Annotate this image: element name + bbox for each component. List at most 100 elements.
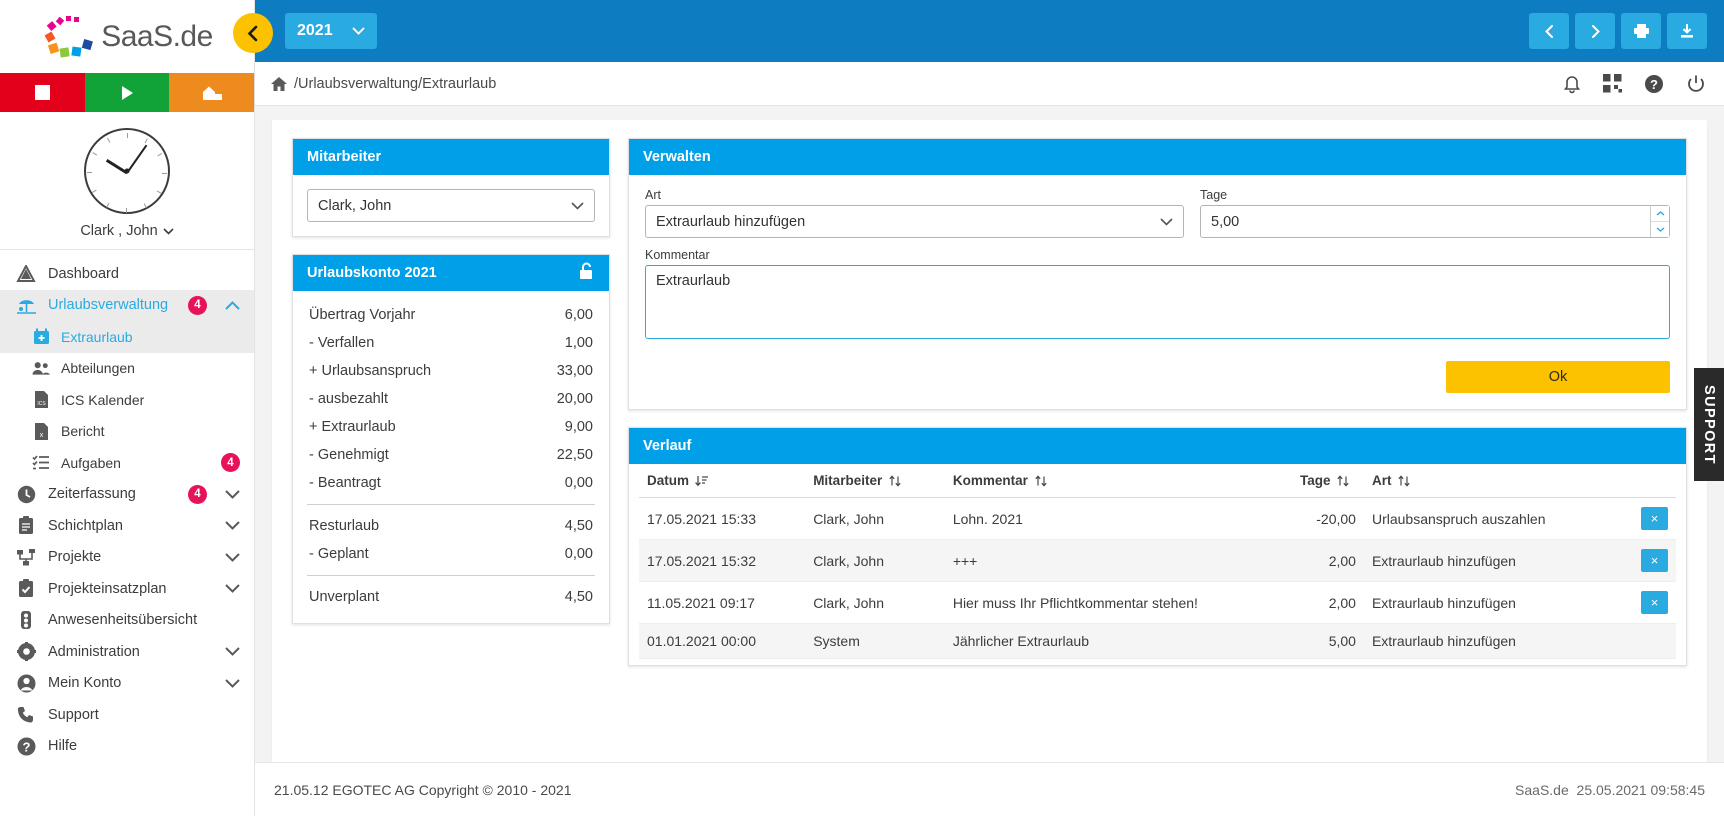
play-button[interactable]	[84, 73, 170, 112]
chevron-down-icon[interactable]	[224, 647, 240, 657]
app-logo[interactable]: SaaS.de	[0, 0, 254, 73]
notification-bell-icon[interactable]	[1563, 74, 1581, 94]
column-header-tage[interactable]: Tage	[1291, 464, 1364, 498]
clipboard-check-icon	[15, 579, 37, 598]
sidebar-item-label: Mein Konto	[48, 675, 122, 692]
chevron-up-icon[interactable]	[224, 300, 240, 310]
table-row[interactable]: 11.05.2021 09:17 Clark, John Hier muss Ihr…	[639, 581, 1676, 624]
sidebar-item-hilfe[interactable]: ? Hilfe	[0, 731, 254, 763]
print-button[interactable]	[1621, 13, 1661, 49]
year-value: 2021	[297, 22, 333, 39]
apps-grid-icon[interactable]	[1603, 74, 1622, 93]
next-button[interactable]	[1575, 13, 1615, 49]
column-header-label: Tage	[1299, 473, 1331, 488]
clipboard-icon	[15, 516, 37, 535]
delete-row-button[interactable]: ×	[1641, 507, 1668, 530]
sidebar-item-label: Abteilungen	[61, 360, 135, 377]
account-row-value: 4,50	[564, 589, 593, 605]
sort-none-icon	[1398, 474, 1411, 487]
home-icon[interactable]	[270, 76, 288, 92]
sidebar-item-aufgaben[interactable]: Aufgaben 4	[0, 447, 254, 479]
sidebar-item-zeiterfassung[interactable]: Zeiterfassung 4	[0, 479, 254, 511]
cell-tage: 5,00	[1291, 623, 1364, 659]
chevron-down-icon[interactable]	[224, 521, 240, 531]
question-circle-icon: ?	[15, 737, 37, 756]
column-header-kommentar[interactable]: Kommentar	[944, 464, 1292, 498]
cell-kommentar: Lohn. 2021	[944, 497, 1292, 540]
calendar-plus-icon	[32, 328, 50, 345]
column-header-art[interactable]: Art	[1363, 464, 1616, 498]
svg-text:?: ?	[1650, 77, 1658, 92]
manage-panel-title: Verwalten	[629, 139, 1686, 175]
stop-button[interactable]	[0, 73, 85, 112]
history-panel: Verlauf Datum Mitarbeiter Kommentar Tage Art…	[628, 427, 1687, 666]
tage-stepper[interactable]	[1650, 206, 1669, 237]
download-button[interactable]	[1667, 13, 1707, 49]
support-tab[interactable]: SUPPORT	[1694, 368, 1724, 481]
sidebar-item-dashboard[interactable]: Dashboard	[0, 258, 254, 290]
column-header-mitarbeiter[interactable]: Mitarbeiter	[805, 464, 945, 498]
cell-kommentar: +++	[944, 539, 1292, 582]
breadcrumb-bar: /Urlaubsverwaltung/Extraurlaub ?	[255, 62, 1724, 106]
sidebar-item-extraurlaub[interactable]: Extraurlaub	[0, 321, 254, 353]
sidebar-collapse-button[interactable]	[233, 13, 273, 53]
vacation-account-title: Urlaubskonto 2021	[307, 265, 437, 281]
account-row: + Urlaubsanspruch 33,00	[303, 357, 599, 385]
tage-input[interactable]	[1200, 205, 1670, 238]
chevron-down-icon[interactable]	[224, 553, 240, 562]
power-icon[interactable]	[1686, 74, 1706, 94]
delete-row-button[interactable]: ×	[1641, 591, 1668, 614]
user-circle-icon	[15, 674, 37, 693]
sidebar-item-abteilungen[interactable]: Abteilungen	[0, 353, 254, 385]
help-circle-icon[interactable]: ?	[1644, 74, 1664, 94]
sidebar-item-label: ICS Kalender	[61, 391, 145, 408]
delete-row-button[interactable]: ×	[1641, 549, 1668, 572]
account-row: - Beantragt 0,00	[303, 469, 599, 497]
tasklist-icon	[32, 455, 50, 470]
sidebar-item-label: Administration	[48, 643, 140, 660]
employee-select[interactable]: Clark, John	[307, 189, 595, 222]
account-row-label: Resturlaub	[309, 518, 380, 534]
table-row[interactable]: 01.01.2021 00:00 System Jährlicher Extraur…	[639, 623, 1676, 659]
sidebar-item-support[interactable]: Support	[0, 699, 254, 731]
svg-text:x: x	[39, 432, 43, 439]
sidebar-item-ics-kalender[interactable]: ICS ICS Kalender	[0, 384, 254, 416]
ok-button[interactable]: Ok	[1446, 361, 1670, 393]
chevron-down-icon[interactable]	[224, 584, 240, 594]
unlock-icon[interactable]	[578, 262, 595, 284]
stepper-down-icon[interactable]	[1651, 222, 1669, 237]
breadcrumb-path[interactable]: /Urlaubsverwaltung/Extraurlaub	[294, 76, 496, 92]
home-work-button[interactable]	[169, 73, 255, 112]
current-user[interactable]: Clark , John	[80, 223, 174, 239]
chevron-down-icon[interactable]	[224, 490, 240, 499]
dashboard-icon	[15, 264, 37, 283]
art-select[interactable]: Extraurlaub hinzufügenUrlaubsanspruch au…	[645, 205, 1184, 238]
account-row: - ausbezahlt 20,00	[303, 385, 599, 413]
sidebar-item-anwesenheits-bersicht[interactable]: Anwesenheitsübersicht	[0, 605, 254, 637]
account-row-value: 0,00	[564, 546, 593, 562]
vacation-account-panel: Urlaubskonto 2021 Übertrag Vorjahr 6,00 - …	[292, 254, 610, 624]
table-row[interactable]: 17.05.2021 15:32 Clark, John +++ 2,00 Extrau…	[639, 539, 1676, 582]
sort-desc-icon	[695, 475, 709, 486]
sidebar-item-projekte[interactable]: Projekte	[0, 542, 254, 574]
year-selector[interactable]: 2021	[285, 13, 377, 49]
application-root: SaaS.de Clark , John Dashboard Urlaubsve…	[0, 0, 1724, 816]
analog-clock-icon	[84, 128, 170, 214]
prev-button[interactable]	[1529, 13, 1569, 49]
sidebar-item-mein-konto[interactable]: Mein Konto	[0, 668, 254, 700]
stepper-up-icon[interactable]	[1651, 206, 1669, 222]
cell-tage: 2,00	[1291, 539, 1364, 582]
sidebar-nav: Dashboard Urlaubsverwaltung 4 Extraurlaub Ab…	[0, 250, 254, 816]
sidebar-item-schichtplan[interactable]: Schichtplan	[0, 510, 254, 542]
sidebar-item-bericht[interactable]: x Bericht	[0, 416, 254, 448]
column-header-datum[interactable]: Datum	[639, 464, 806, 498]
table-row[interactable]: 17.05.2021 15:33 Clark, John Lohn. 2021 -20…	[639, 497, 1676, 540]
chevron-down-icon[interactable]	[224, 679, 240, 688]
kommentar-textarea[interactable]	[645, 265, 1670, 339]
sidebar-item-urlaubsverwaltung[interactable]: Urlaubsverwaltung 4	[0, 289, 254, 321]
sidebar-item-projekteinsatzplan[interactable]: Projekteinsatzplan	[0, 573, 254, 605]
sidebar-item-administration[interactable]: Administration	[0, 636, 254, 668]
footer-status: SaaS.de 25.05.2021 09:58:45	[1515, 782, 1705, 798]
sidebar-item-label: Projekteinsatzplan	[48, 580, 167, 597]
beach-icon	[15, 296, 37, 315]
